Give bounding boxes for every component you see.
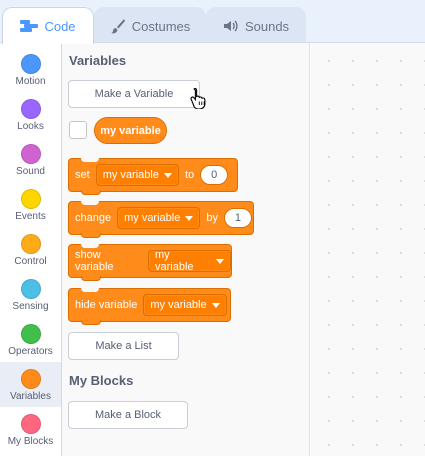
category-my-blocks-label: My Blocks bbox=[7, 436, 54, 447]
set-variable-dropdown[interactable]: my variable bbox=[95, 164, 179, 186]
category-my-blocks-dot bbox=[20, 414, 41, 434]
category-control-dot bbox=[20, 234, 41, 254]
category-variables-dot bbox=[20, 369, 41, 389]
speaker-icon bbox=[223, 19, 239, 33]
code-icon bbox=[20, 20, 39, 32]
change-by-label: by bbox=[206, 212, 218, 224]
tab-sounds-label: Sounds bbox=[244, 18, 290, 34]
category-sound-label: Sound bbox=[16, 166, 45, 177]
hide-dropdown-value: my variable bbox=[150, 299, 207, 311]
category-motion[interactable]: Motion bbox=[0, 47, 61, 92]
set-to-label: to bbox=[184, 169, 195, 181]
set-dropdown-value: my variable bbox=[102, 169, 159, 181]
category-control[interactable]: Control bbox=[0, 227, 61, 272]
category-sensing-label: Sensing bbox=[12, 301, 49, 312]
hand-pointer-icon bbox=[190, 87, 208, 114]
show-dropdown-value: my variable bbox=[155, 249, 194, 273]
show-variable-dropdown[interactable]: my variable bbox=[148, 249, 231, 273]
category-operators-label: Operators bbox=[8, 346, 53, 357]
hide-variable-block[interactable]: hide variable my variable bbox=[68, 288, 231, 325]
category-sensing[interactable]: Sensing bbox=[0, 272, 61, 317]
category-looks-label: Looks bbox=[17, 121, 44, 132]
category-motion-dot bbox=[20, 54, 41, 74]
category-sound[interactable]: Sound bbox=[0, 137, 61, 182]
tab-code[interactable]: Code bbox=[2, 7, 94, 44]
hide-variable-dropdown[interactable]: my variable bbox=[143, 294, 227, 316]
block-palette: Variables Make a Variable my variable se… bbox=[62, 43, 310, 456]
make-list-button[interactable]: Make a List bbox=[68, 332, 179, 360]
script-area[interactable] bbox=[311, 43, 425, 456]
category-my-blocks[interactable]: My Blocks bbox=[0, 407, 61, 452]
category-menu: Motion Looks Sound Events Control Sensin… bbox=[0, 43, 62, 456]
change-variable-dropdown[interactable]: my variable bbox=[117, 207, 201, 229]
category-variables[interactable]: Variables bbox=[0, 362, 61, 407]
variables-heading: Variables bbox=[69, 53, 127, 68]
make-variable-button[interactable]: Make a Variable bbox=[68, 80, 200, 108]
chevron-down-icon bbox=[163, 172, 172, 178]
set-value-input[interactable]: 0 bbox=[200, 165, 229, 185]
category-motion-label: Motion bbox=[15, 76, 46, 87]
editor-tab-bar: Sounds Costumes Code bbox=[0, 0, 425, 44]
code-workspace: Motion Looks Sound Events Control Sensin… bbox=[0, 42, 425, 456]
set-variable-block[interactable]: set my variable to 0 bbox=[68, 158, 238, 195]
category-looks[interactable]: Looks bbox=[0, 92, 61, 137]
paintbrush-icon bbox=[110, 18, 126, 34]
variable-monitor-checkbox[interactable] bbox=[69, 121, 87, 139]
chevron-down-icon bbox=[216, 258, 224, 264]
variable-reporter-block[interactable]: my variable bbox=[94, 117, 167, 144]
change-dropdown-value: my variable bbox=[124, 212, 181, 224]
category-operators-dot bbox=[20, 324, 41, 344]
my-blocks-heading: My Blocks bbox=[69, 373, 134, 388]
tab-sounds[interactable]: Sounds bbox=[206, 7, 306, 44]
change-variable-block[interactable]: change my variable by 1 bbox=[68, 201, 254, 238]
category-operators[interactable]: Operators bbox=[0, 317, 61, 362]
chevron-down-icon bbox=[211, 302, 220, 308]
chevron-down-icon bbox=[185, 215, 194, 221]
change-block-label: change bbox=[75, 212, 112, 224]
category-looks-dot bbox=[20, 99, 41, 119]
tab-code-label: Code bbox=[44, 18, 76, 34]
hide-block-label: hide variable bbox=[75, 299, 138, 311]
show-block-label: show variable bbox=[75, 249, 114, 273]
show-variable-block[interactable]: show variable my variable bbox=[68, 244, 232, 281]
category-events[interactable]: Events bbox=[0, 182, 61, 227]
category-control-label: Control bbox=[14, 256, 47, 267]
category-events-dot bbox=[20, 189, 41, 209]
make-block-button[interactable]: Make a Block bbox=[68, 401, 188, 429]
change-value-input[interactable]: 1 bbox=[223, 208, 252, 228]
category-variables-label: Variables bbox=[10, 391, 51, 402]
category-sound-dot bbox=[20, 144, 41, 164]
tab-costumes-label: Costumes bbox=[131, 18, 191, 34]
category-events-label: Events bbox=[15, 211, 46, 222]
tab-costumes[interactable]: Costumes bbox=[94, 7, 206, 44]
category-sensing-dot bbox=[20, 279, 41, 299]
set-block-label: set bbox=[75, 169, 90, 181]
